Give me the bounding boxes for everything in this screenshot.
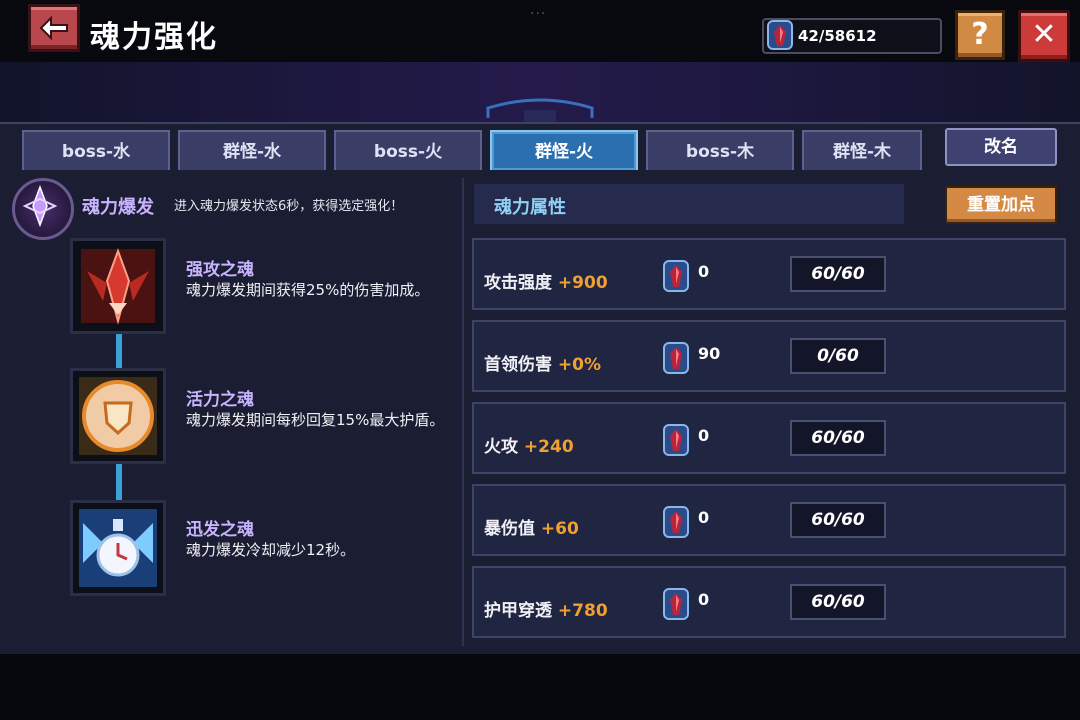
soul-gem-icon <box>663 506 689 538</box>
soul-name-strike: 强攻之魂 <box>186 260 254 280</box>
soul-gem-icon <box>767 20 793 50</box>
rename-button[interactable]: 改名 <box>945 128 1057 166</box>
help-button[interactable]: ? <box>955 10 1005 60</box>
attribute-name: 首领伤害 <box>484 355 552 375</box>
soul-gem-icon <box>663 424 689 456</box>
soul-name-swift: 迅发之魂 <box>186 520 254 540</box>
attribute-bonus: +60 <box>540 519 579 539</box>
attribute-cost: 90 <box>698 344 721 363</box>
attribute-name: 火攻 <box>484 437 518 457</box>
attribute-bonus: +240 <box>523 437 574 457</box>
attribute-name: 攻击强度 <box>484 273 552 293</box>
soul-description-swift: 魂力爆发冷却减少12秒。 <box>186 541 356 559</box>
attribute-name: 暴伤值 <box>484 519 535 539</box>
attributes-header: 魂力属性 <box>474 184 904 224</box>
tab-mob-water[interactable]: 群怪-水 <box>178 130 326 170</box>
attribute-bonus: +0% <box>557 355 602 375</box>
tab-mob-fire[interactable]: 群怪-火 <box>490 130 638 170</box>
soul-name-vitality: 活力之魂 <box>186 390 254 410</box>
attribute-level: 60/60 <box>790 256 886 292</box>
soul-burst-description: 进入魂力爆发状态6秒，获得选定强化！ <box>174 199 404 214</box>
soul-currency-display: 42/58612 <box>762 18 942 54</box>
soul-description-vitality: 魂力爆发期间每秒回复15%最大护盾。 <box>186 411 445 429</box>
attribute-name: 护甲穿透 <box>484 601 552 621</box>
back-arrow-icon <box>39 16 68 40</box>
tab-boss-wood[interactable]: boss-木 <box>646 130 794 170</box>
tab-boss-fire[interactable]: boss-火 <box>334 130 482 170</box>
attribute-row[interactable]: 攻击强度 +900 0 60/60 <box>472 238 1066 310</box>
soul-slot-vitality[interactable] <box>70 368 166 464</box>
attribute-cost: 0 <box>698 508 710 527</box>
attribute-level: 60/60 <box>790 584 886 620</box>
attribute-level: 0/60 <box>790 338 886 374</box>
golden-shield-soul-icon <box>79 377 157 455</box>
soul-gem-icon <box>663 342 689 374</box>
attribute-cost: 0 <box>698 262 710 281</box>
soul-gem-icon <box>663 260 689 292</box>
attribute-row[interactable]: 火攻 +240 0 60/60 <box>472 402 1066 474</box>
attribute-cost: 0 <box>698 426 710 445</box>
tab-boss-water[interactable]: boss-水 <box>22 130 170 170</box>
soul-burst-icon <box>12 178 74 240</box>
attribute-cost: 0 <box>698 590 710 609</box>
soul-description-strike: 魂力爆发期间获得25%的伤害加成。 <box>186 281 430 299</box>
soul-currency-amount: 42/58612 <box>798 27 877 45</box>
attribute-level: 60/60 <box>790 502 886 538</box>
attribute-bonus: +900 <box>557 273 608 293</box>
tab-mob-wood[interactable]: 群怪-木 <box>802 130 922 170</box>
reset-points-button[interactable]: 重置加点 <box>945 186 1057 224</box>
attribute-row[interactable]: 首领伤害 +0% 90 0/60 <box>472 320 1066 392</box>
attribute-row[interactable]: 护甲穿透 +780 0 60/60 <box>472 566 1066 638</box>
soul-slot-strike[interactable] <box>70 238 166 334</box>
attribute-row[interactable]: 暴伤值 +60 0 60/60 <box>472 484 1066 556</box>
attributes-title: 魂力属性 <box>494 197 566 218</box>
arch-ornament-icon <box>486 98 594 122</box>
soul-gem-icon <box>663 588 689 620</box>
soul-slot-swift[interactable] <box>70 500 166 596</box>
drag-handle[interactable]: ··· <box>530 6 546 22</box>
close-button[interactable]: ✕ <box>1018 10 1070 62</box>
soul-burst-title: 魂力爆发 <box>82 197 154 218</box>
column-divider <box>462 178 464 646</box>
purple-crystal-icon <box>22 184 58 228</box>
soul-connector <box>116 460 122 504</box>
attribute-bonus: +780 <box>557 601 608 621</box>
blue-clock-soul-icon <box>79 509 157 587</box>
red-spiky-soul-icon <box>81 248 155 325</box>
background-decoration <box>0 62 1080 122</box>
back-button[interactable] <box>28 4 80 52</box>
attribute-level: 60/60 <box>790 420 886 456</box>
page-title: 魂力强化 <box>90 20 218 55</box>
bottom-bar <box>0 654 1080 720</box>
